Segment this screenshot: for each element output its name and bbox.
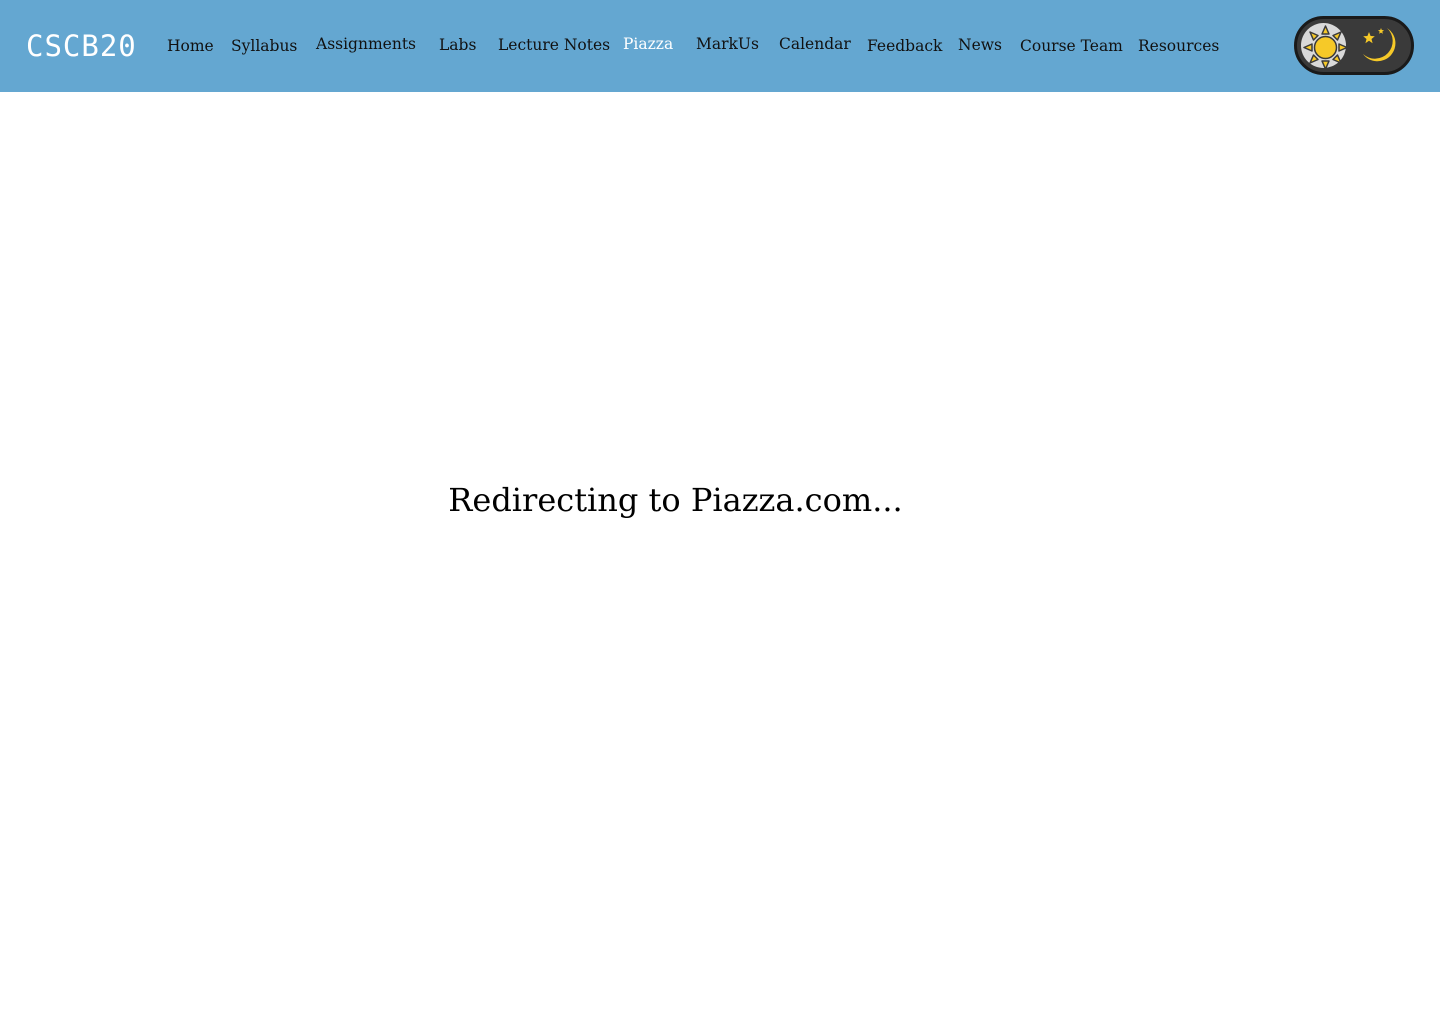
nav-item-piazza[interactable]: Piazza: [623, 31, 673, 57]
theme-toggle[interactable]: [1294, 16, 1414, 75]
brand-logo[interactable]: CSCB20: [26, 28, 137, 64]
nav-item-home[interactable]: Home: [167, 33, 214, 59]
nav-item-course-team[interactable]: Course Team: [1020, 33, 1123, 59]
nav-item-calendar[interactable]: Calendar: [779, 31, 851, 57]
nav-item-assignments[interactable]: Assignments: [316, 31, 416, 57]
nav-item-lecture-notes[interactable]: Lecture Notes: [498, 32, 610, 58]
nav-item-syllabus[interactable]: Syllabus: [231, 33, 297, 59]
sun-icon: [1303, 25, 1348, 70]
nav-item-resources[interactable]: Resources: [1138, 33, 1219, 59]
nav-item-feedback[interactable]: Feedback: [867, 33, 942, 59]
redirect-message: Redirecting to Piazza.com...: [448, 481, 903, 519]
moon-icon: [1363, 28, 1396, 62]
top-navbar: CSCB20 Home Syllabus Assignments Labs Le…: [0, 0, 1440, 92]
nav-item-markus[interactable]: MarkUs: [696, 31, 759, 57]
nav-item-news[interactable]: News: [958, 32, 1002, 58]
nav-item-labs[interactable]: Labs: [439, 32, 476, 58]
